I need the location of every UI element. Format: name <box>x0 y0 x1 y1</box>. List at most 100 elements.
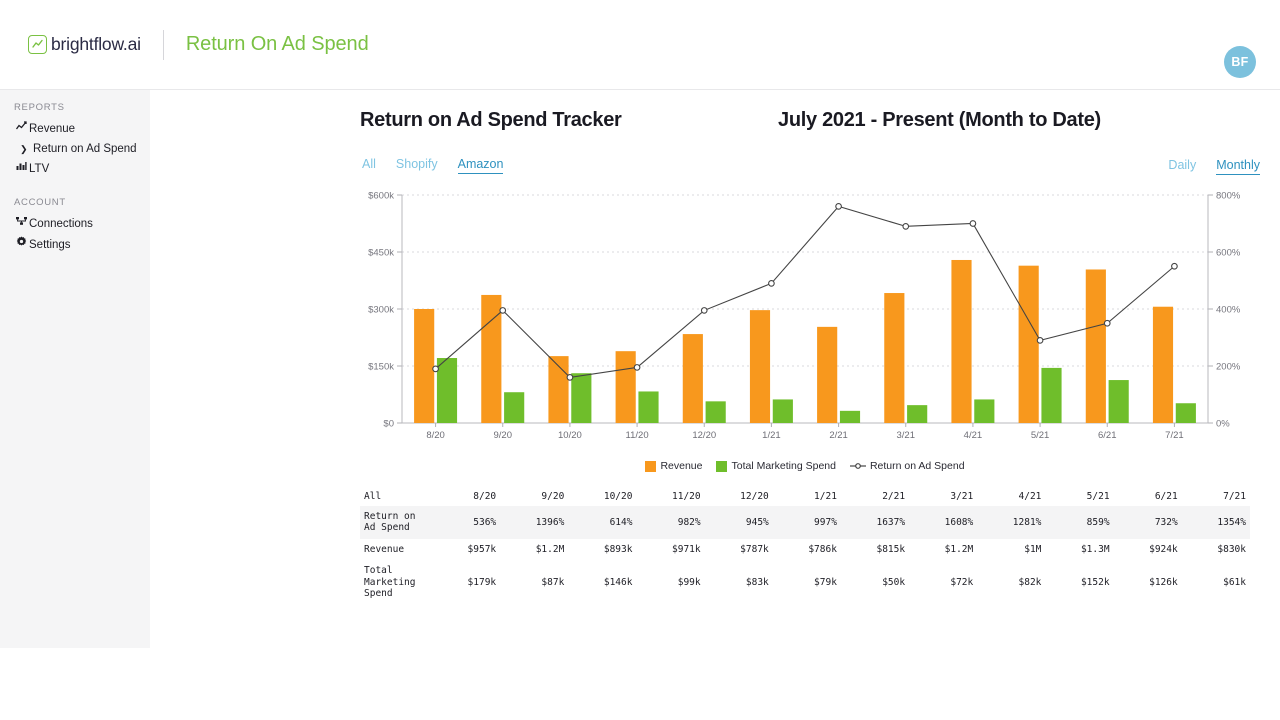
table-corner-label: All <box>364 491 382 502</box>
tab-all[interactable]: All <box>362 157 376 174</box>
svg-text:2/21: 2/21 <box>829 430 848 441</box>
table-cell: $971k <box>672 543 701 555</box>
date-range-label: July 2021 - Present (Month to Date) <box>778 109 1101 131</box>
svg-text:0%: 0% <box>1216 419 1230 430</box>
sidebar-item-label: LTV <box>29 163 50 175</box>
table-cell: $126k <box>1149 576 1178 588</box>
svg-text:10/20: 10/20 <box>558 430 582 441</box>
gear-icon <box>16 236 29 253</box>
table-column-header: 12/20 <box>740 491 769 503</box>
table-cell: 1354% <box>1217 516 1246 528</box>
legend-item-roas[interactable]: Return on Ad Spend <box>849 460 965 472</box>
table-cell: $179k <box>467 576 497 588</box>
sidebar: REPORTS Revenue ❯ Return on Ad Spend LTV… <box>0 90 150 648</box>
sidebar-item-settings[interactable]: Settings <box>0 234 150 255</box>
table-cell: 536% <box>473 516 497 528</box>
table-cell: $1.2M <box>944 543 974 555</box>
table-cell: 982% <box>677 516 701 528</box>
table-column-header: 11/20 <box>672 491 701 503</box>
roas-chart[interactable]: $0 $150k $300k $450k $600k 0% 200% 400% 600% 800%… <box>350 185 1260 475</box>
legend-label: Total Marketing Spend <box>731 460 836 472</box>
table-cell: $924k <box>1149 543 1178 555</box>
svg-text:12/20: 12/20 <box>692 430 716 441</box>
table-cell: $893k <box>603 543 633 555</box>
table-cell: 1281% <box>1012 516 1042 528</box>
sidebar-section-account: ACCOUNT <box>14 197 66 208</box>
chart-legend: Revenue Total Marketing Spend Return on … <box>350 460 1260 472</box>
line-chart-icon <box>28 35 47 54</box>
table-cell: 614% <box>609 516 633 528</box>
table-column-header: 4/21 <box>1018 491 1042 503</box>
tab-monthly[interactable]: Monthly <box>1216 158 1260 175</box>
svg-text:$450k: $450k <box>368 248 394 259</box>
svg-text:9/20: 9/20 <box>494 430 513 441</box>
sidebar-item-label: Connections <box>29 218 93 230</box>
legend-item-marketing-spend[interactable]: Total Marketing Spend <box>716 460 836 472</box>
svg-text:7/21: 7/21 <box>1165 430 1184 441</box>
tab-amazon[interactable]: Amazon <box>457 157 504 174</box>
source-tabs: All Shopify Amazon <box>362 157 504 174</box>
data-table: All 8/20 9/20 10/20 11/20 12/20 1/21 2/21 3/21 4/… <box>360 488 1250 605</box>
legend-item-revenue[interactable]: Revenue <box>645 460 702 472</box>
table-row-label: Revenue <box>364 543 405 555</box>
table-column-header: 7/21 <box>1223 491 1246 503</box>
page-title: Return On Ad Spend <box>185 33 369 55</box>
svg-text:4/21: 4/21 <box>964 430 983 441</box>
sidebar-item-revenue[interactable]: Revenue <box>0 119 150 139</box>
table-column-header: 10/20 <box>603 491 633 503</box>
table-row-label: Total Marketing Spend <box>364 565 416 599</box>
table-cell: $72k <box>950 576 974 588</box>
sidebar-item-label: Return on Ad Spend <box>33 143 137 155</box>
svg-text:$0: $0 <box>383 419 394 430</box>
sidebar-item-label: Revenue <box>29 123 76 135</box>
table-cell: $1M <box>1024 543 1042 555</box>
table-row: Revenue $957k $1.2M $893k $971k $787k $786k $81… <box>360 539 1250 561</box>
svg-text:3/21: 3/21 <box>897 430 916 441</box>
sidebar-item-return-on-ad-spend[interactable]: ❯ Return on Ad Spend <box>0 139 150 159</box>
brand-name: brightflow.ai <box>51 34 141 54</box>
tab-daily[interactable]: Daily <box>1168 158 1196 175</box>
legend-label: Revenue <box>660 460 703 472</box>
svg-text:5/21: 5/21 <box>1031 430 1050 441</box>
svg-text:200%: 200% <box>1216 362 1241 373</box>
connections-icon <box>16 216 29 232</box>
avatar[interactable]: BF <box>1224 46 1256 78</box>
table-cell: $787k <box>740 543 769 555</box>
svg-text:400%: 400% <box>1216 305 1241 316</box>
chevron-right-icon: ❯ <box>20 144 28 154</box>
bar-chart-icon <box>16 161 29 177</box>
table-cell: 1608% <box>944 516 974 528</box>
brand-logo[interactable]: brightflow.ai <box>28 34 141 55</box>
svg-text:6/21: 6/21 <box>1098 430 1117 441</box>
chart-title: Return on Ad Spend Tracker <box>360 109 622 131</box>
legend-swatch-marketing-spend <box>716 460 728 472</box>
sidebar-item-connections[interactable]: Connections <box>0 214 150 234</box>
table-cell: 1396% <box>535 516 565 528</box>
sidebar-item-ltv[interactable]: LTV <box>0 159 150 179</box>
table-column-header: 3/21 <box>950 491 974 503</box>
sidebar-item-label: Settings <box>29 238 71 251</box>
table-cell: $957k <box>467 543 497 555</box>
table-row: Return on Ad Spend 536% 1396% 614% 982% 945% 9… <box>360 505 1250 539</box>
svg-text:11/20: 11/20 <box>626 430 649 441</box>
table-cell: 859% <box>1086 516 1110 528</box>
metrics-table: All 8/20 9/20 10/20 11/20 12/20 1/21 2/21 3/21 4/… <box>360 488 1250 605</box>
line-chart-icon <box>15 121 29 137</box>
table-column-header: 8/20 <box>473 491 497 503</box>
svg-text:800%: 800% <box>1216 191 1241 202</box>
svg-text:$150k: $150k <box>368 362 394 373</box>
table-column-header: 1/21 <box>814 491 837 503</box>
legend-line-roas <box>849 461 866 471</box>
legend-swatch-revenue <box>645 460 657 472</box>
granularity-tabs: Daily Monthly <box>1168 158 1260 175</box>
table-cell: 945% <box>745 516 769 528</box>
table-row-label: Return on Ad Spend <box>364 510 416 534</box>
svg-text:$600k: $600k <box>368 191 394 202</box>
table-column-header: 9/20 <box>541 491 565 503</box>
table-cell: $61k <box>1223 576 1246 588</box>
table-cell: $786k <box>808 543 837 555</box>
table-cell: $79k <box>814 576 837 588</box>
table-cell: $82k <box>1018 576 1042 588</box>
svg-text:1/21: 1/21 <box>762 430 781 441</box>
tab-shopify[interactable]: Shopify <box>396 157 438 174</box>
